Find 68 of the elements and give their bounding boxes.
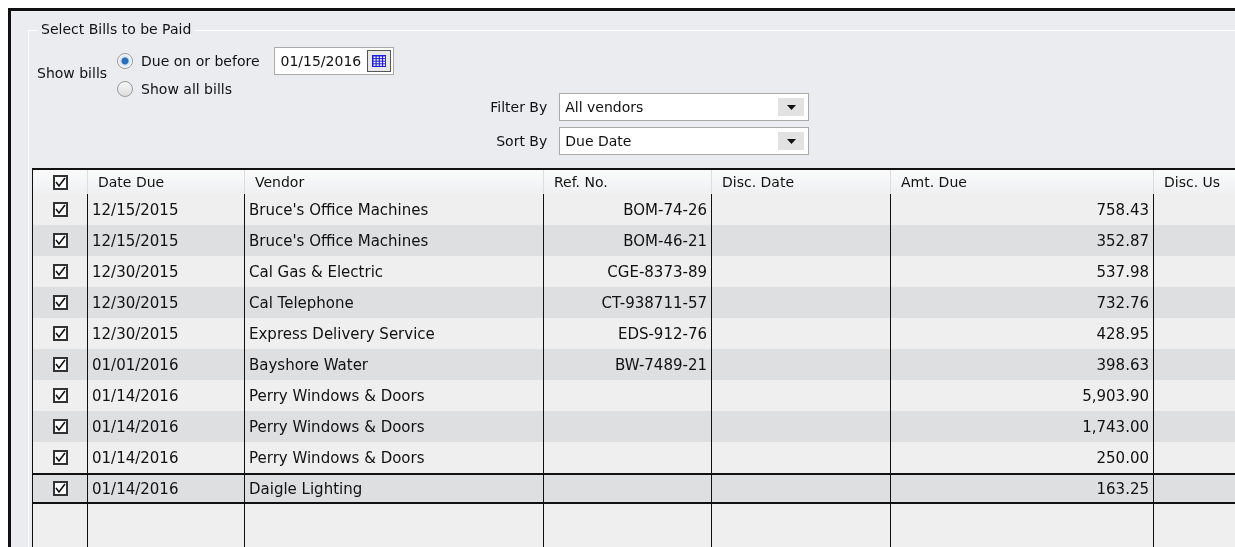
radio-label[interactable]: Due on or before xyxy=(141,53,260,69)
table-cell: 163.25 xyxy=(890,473,1153,504)
caret-icon xyxy=(778,98,805,116)
checkbox[interactable] xyxy=(52,357,68,372)
table-cell: 01/01/2016 xyxy=(87,349,244,380)
table-cell: 732.76 xyxy=(890,287,1153,318)
table-cell: BW-7489-21 xyxy=(543,349,711,380)
column-header[interactable]: Ref. No. xyxy=(543,170,711,194)
table-cell: 01/14/2016 xyxy=(87,442,244,473)
radio-button[interactable] xyxy=(117,53,134,69)
table-cell: 12/30/2015 xyxy=(87,256,244,287)
dropdown[interactable]: Due Date xyxy=(559,127,810,155)
column-header[interactable]: Disc. Us xyxy=(1153,170,1235,194)
column-header[interactable]: Vendor xyxy=(244,170,543,194)
table-cell: EDS-912-76 xyxy=(543,318,711,349)
table-cell: Perry Windows & Doors xyxy=(244,411,543,442)
column-header[interactable]: Amt. Due xyxy=(890,170,1153,194)
table-cell: Express Delivery Service xyxy=(244,318,543,349)
table-cell: Daigle Lighting xyxy=(244,473,543,504)
table-cell: 12/15/2015 xyxy=(87,194,244,225)
date-field[interactable]: 01/15/2016 xyxy=(273,47,395,75)
table-cell: 01/14/2016 xyxy=(87,411,244,442)
table-cell: 5,903.90 xyxy=(890,380,1153,411)
table-cell: 12/15/2015 xyxy=(87,225,244,256)
table-cell: 537.98 xyxy=(890,256,1153,287)
table-cell: BOM-74-26 xyxy=(543,194,711,225)
checkbox[interactable] xyxy=(52,295,68,310)
radio-label[interactable]: Show all bills xyxy=(141,81,232,97)
table-cell: 1,743.00 xyxy=(890,411,1153,442)
table-cell: Bruce's Office Machines xyxy=(244,225,543,256)
table-cell: 758.43 xyxy=(890,194,1153,225)
table-cell: 12/30/2015 xyxy=(87,318,244,349)
calendar-icon xyxy=(372,55,387,67)
field-label: Filter By xyxy=(490,99,548,115)
calendar-button[interactable] xyxy=(367,50,392,72)
checkbox[interactable] xyxy=(52,233,68,248)
table-cell: Perry Windows & Doors xyxy=(244,380,543,411)
table-cell: CGE-8373-89 xyxy=(543,256,711,287)
table-cell: Bayshore Water xyxy=(244,349,543,380)
table-cell: 12/30/2015 xyxy=(87,287,244,318)
column-header[interactable]: Date Due xyxy=(87,170,244,194)
show-bills-label: Show bills xyxy=(37,65,108,81)
table-cell: BOM-46-21 xyxy=(543,225,711,256)
dropdown[interactable]: All vendors xyxy=(559,93,810,121)
table-cell: 352.87 xyxy=(890,225,1153,256)
table-cell: Cal Telephone xyxy=(244,287,543,318)
checkbox[interactable] xyxy=(52,419,68,434)
checkbox[interactable] xyxy=(52,264,68,279)
table-cell: Bruce's Office Machines xyxy=(244,194,543,225)
radio-button[interactable] xyxy=(117,81,134,97)
checkbox[interactable] xyxy=(52,481,68,496)
table-cell: CT-938711-57 xyxy=(543,287,711,318)
table-cell: 398.63 xyxy=(890,349,1153,380)
checkbox[interactable] xyxy=(52,326,68,341)
table-cell: 250.00 xyxy=(890,442,1153,473)
table-cell: Cal Gas & Electric xyxy=(244,256,543,287)
column-header[interactable]: Disc. Date xyxy=(711,170,890,194)
table-cell: 01/14/2016 xyxy=(87,380,244,411)
checkbox[interactable] xyxy=(52,450,68,465)
table-cell: 428.95 xyxy=(890,318,1153,349)
table-cell: Perry Windows & Doors xyxy=(244,442,543,473)
checkbox[interactable] xyxy=(52,388,68,403)
field-label: Sort By xyxy=(495,133,548,149)
table-cell: 01/14/2016 xyxy=(87,473,244,504)
checkbox[interactable] xyxy=(52,202,68,217)
group-title: Select Bills to be Paid xyxy=(37,21,196,37)
caret-icon xyxy=(778,132,805,150)
checkbox[interactable] xyxy=(52,174,68,190)
